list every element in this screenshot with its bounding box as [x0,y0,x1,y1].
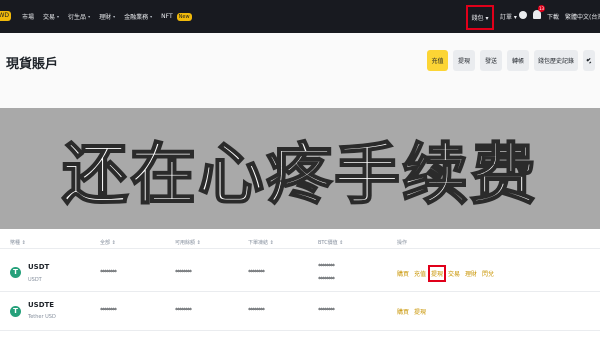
nav-nft[interactable]: NFT New [161,12,192,21]
banner-text: 还在心疼手续费 [61,135,538,214]
tether-icon [10,267,21,278]
download-link[interactable]: 下載 [547,12,559,21]
convert-link[interactable]: 閃兌 [482,269,494,278]
notification-count-badge: 13 [538,5,545,12]
col-btc-value[interactable]: BTC價值 ⇕ [318,239,343,246]
available-value: ******** [175,307,192,314]
deposit-link[interactable]: 充值 [414,269,426,278]
table-header: 幣種 ⇕ 全部 ⇕ 可用餘額 ⇕ 下單凍結 ⇕ BTC價值 ⇕ 操作 [0,235,600,249]
btc-value: ******** [318,307,335,314]
nav-earn[interactable]: 理財 ▾ [99,12,115,21]
language-selector[interactable]: 繁體中文(台灣) [565,12,600,21]
col-actions: 操作 [397,240,408,246]
wallet-menu[interactable]: 錢包 ▾ [466,5,494,30]
withdraw-button[interactable]: 提現 [453,50,475,71]
page-header: 現貨賬戶 充值 提現 發送 轉帳 錢包歷史記錄 [0,33,600,108]
nav-nft-label: NFT [161,13,173,20]
col-total[interactable]: 全部 ⇕ [100,239,116,246]
nav-derivatives-label: 衍生品 [68,14,87,21]
header-actions: 充值 提現 發送 轉帳 錢包歷史記錄 [427,50,595,71]
main-menu: 市場 交易 ▾ 衍生品 ▾ 理財 ▾ 金融業務 ▾ NFT New [22,0,192,33]
link-icon-glyph [585,58,591,64]
withdraw-link[interactable]: 提現 [414,307,426,316]
total-value: ******** [100,307,117,314]
withdraw-highlight-box [428,265,446,282]
coin-name: Tether USD [28,314,56,320]
chevron-down-icon: ▾ [113,14,116,19]
asset-table: 幣種 ⇕ 全部 ⇕ 可用餘額 ⇕ 下單凍結 ⇕ BTC價值 ⇕ 操作 USDT … [0,229,600,337]
in-order-value: ******** [248,269,265,276]
total-value: ******** [100,269,117,276]
page-title: 現貨賬戶 [6,57,59,72]
chevron-down-icon: ▾ [150,14,153,19]
col-coin[interactable]: 幣種 ⇕ [10,239,26,246]
orders-menu[interactable]: 訂單 ▾ [500,12,517,21]
in-order-value: ******** [248,307,265,314]
promo-banner: 还在心疼手续费 [0,108,600,229]
buy-link[interactable]: 購買 [397,269,409,278]
coin-symbol: USDT [28,263,50,271]
nav-earn-label: 理財 [99,14,112,21]
nav-finance[interactable]: 金融業務 ▾ [124,12,152,21]
nav-markets[interactable]: 市場 [22,12,34,21]
top-navbar: TWD 市場 交易 ▾ 衍生品 ▾ 理財 ▾ 金融業務 ▾ NFT New 錢包… [0,0,600,33]
available-value: ******** [175,269,192,276]
nav-derivatives[interactable]: 衍生品 ▾ [68,12,90,21]
earn-link[interactable]: 理財 [465,269,477,278]
col-available[interactable]: 可用餘額 ⇕ [175,239,201,246]
table-row: USDT USDT ******** ******** ******** ***… [0,250,600,292]
region-badge[interactable]: TWD [0,11,11,21]
send-button[interactable]: 發送 [480,50,502,71]
btc-value: ******** [318,263,335,270]
coin-symbol: USDTE [28,301,55,309]
chevron-down-icon: ▾ [88,14,91,19]
nav-trade-label: 交易 [43,14,56,21]
nav-markets-label: 市場 [22,14,35,21]
coin-name: USDT [28,277,42,283]
wallet-history-button[interactable]: 錢包歷史記錄 [534,50,578,71]
trade-link[interactable]: 交易 [448,269,460,278]
nav-trade[interactable]: 交易 ▾ [43,12,59,21]
tether-icon [10,306,21,317]
btc-value-secondary: ******** [318,276,335,283]
new-badge: New [176,12,192,21]
link-icon[interactable] [583,50,595,71]
buy-link[interactable]: 購買 [397,307,409,316]
nav-finance-label: 金融業務 [124,14,149,21]
transfer-button[interactable]: 轉帳 [507,50,529,71]
table-row: USDTE Tether USD ******** ******** *****… [0,293,600,331]
col-in-order[interactable]: 下單凍結 ⇕ [248,239,274,246]
user-icon[interactable] [519,11,527,19]
deposit-button[interactable]: 充值 [427,50,448,71]
chevron-down-icon: ▾ [57,14,60,19]
